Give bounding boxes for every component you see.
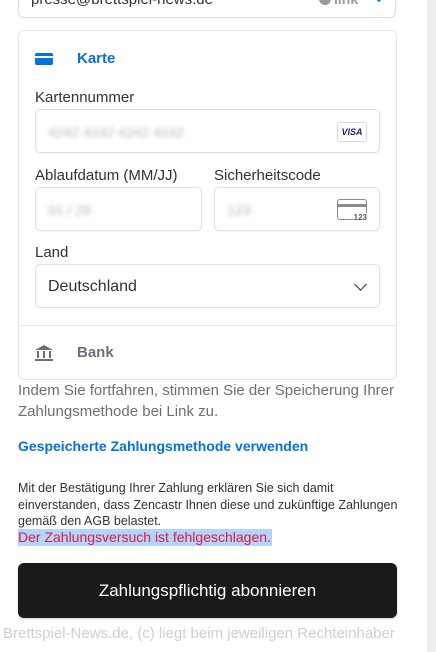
cvc-label: Sicherheitscode <box>214 167 321 184</box>
email-value: presse@brettspiel-news.de <box>31 0 213 8</box>
cvc-card-stripe <box>338 204 366 207</box>
subscribe-button[interactable]: Zahlungspflichtig abonnieren <box>18 563 397 618</box>
watermark: Brettspiel-News.de, (c) liegt beim jewei… <box>3 625 395 642</box>
country-value: Deutschland <box>48 278 137 295</box>
cvc-card-icon: 123 <box>337 199 368 222</box>
link-badge-label: link <box>334 0 358 7</box>
country-select[interactable]: Deutschland <box>35 264 380 308</box>
bank-icon <box>35 345 53 361</box>
expiry-label: Ablaufdatum (MM/JJ) <box>35 167 178 184</box>
card-tab-label: Karte <box>77 50 116 67</box>
link-badge: link <box>319 0 358 7</box>
visa-icon: VISA <box>337 122 367 142</box>
cvc-input[interactable]: 123 123 <box>214 187 380 231</box>
terms-text: Mit der Bestätigung Ihrer Zahlung erklär… <box>18 481 398 528</box>
card-number-value: 4242 4242 4242 4242 <box>48 124 185 140</box>
card-number-label: Kartennummer <box>35 89 135 106</box>
payment-method-card-tab[interactable]: Karte <box>19 31 396 85</box>
error-message: Der Zahlungsversuch ist fehlgeschlagen. <box>18 529 272 546</box>
window-edge <box>427 0 436 652</box>
email-field[interactable]: presse@brettspiel-news.de link ⌄ <box>18 0 396 18</box>
expiry-input[interactable]: 01 / 28 <box>35 187 202 231</box>
use-saved-method-link[interactable]: Gespeicherte Zahlungsmethode verwenden <box>18 438 308 454</box>
link-icon <box>319 0 331 5</box>
credit-card-icon <box>35 53 53 65</box>
bank-tab-label: Bank <box>77 344 114 361</box>
chevron-down-icon <box>354 278 367 291</box>
country-label: Land <box>35 244 69 261</box>
payment-method-accordion: Karte Kartennummer 4242 4242 4242 4242 V… <box>18 30 397 380</box>
chevron-down-icon[interactable]: ⌄ <box>373 0 385 6</box>
link-consent-text: Indem Sie fortfahren, stimmen Sie der Sp… <box>18 382 395 420</box>
cvc-value: 123 <box>227 202 251 218</box>
divider <box>19 325 396 326</box>
card-number-input[interactable]: 4242 4242 4242 4242 VISA <box>35 109 380 153</box>
expiry-value: 01 / 28 <box>48 202 91 218</box>
cvc-icon-number: 123 <box>352 213 368 222</box>
